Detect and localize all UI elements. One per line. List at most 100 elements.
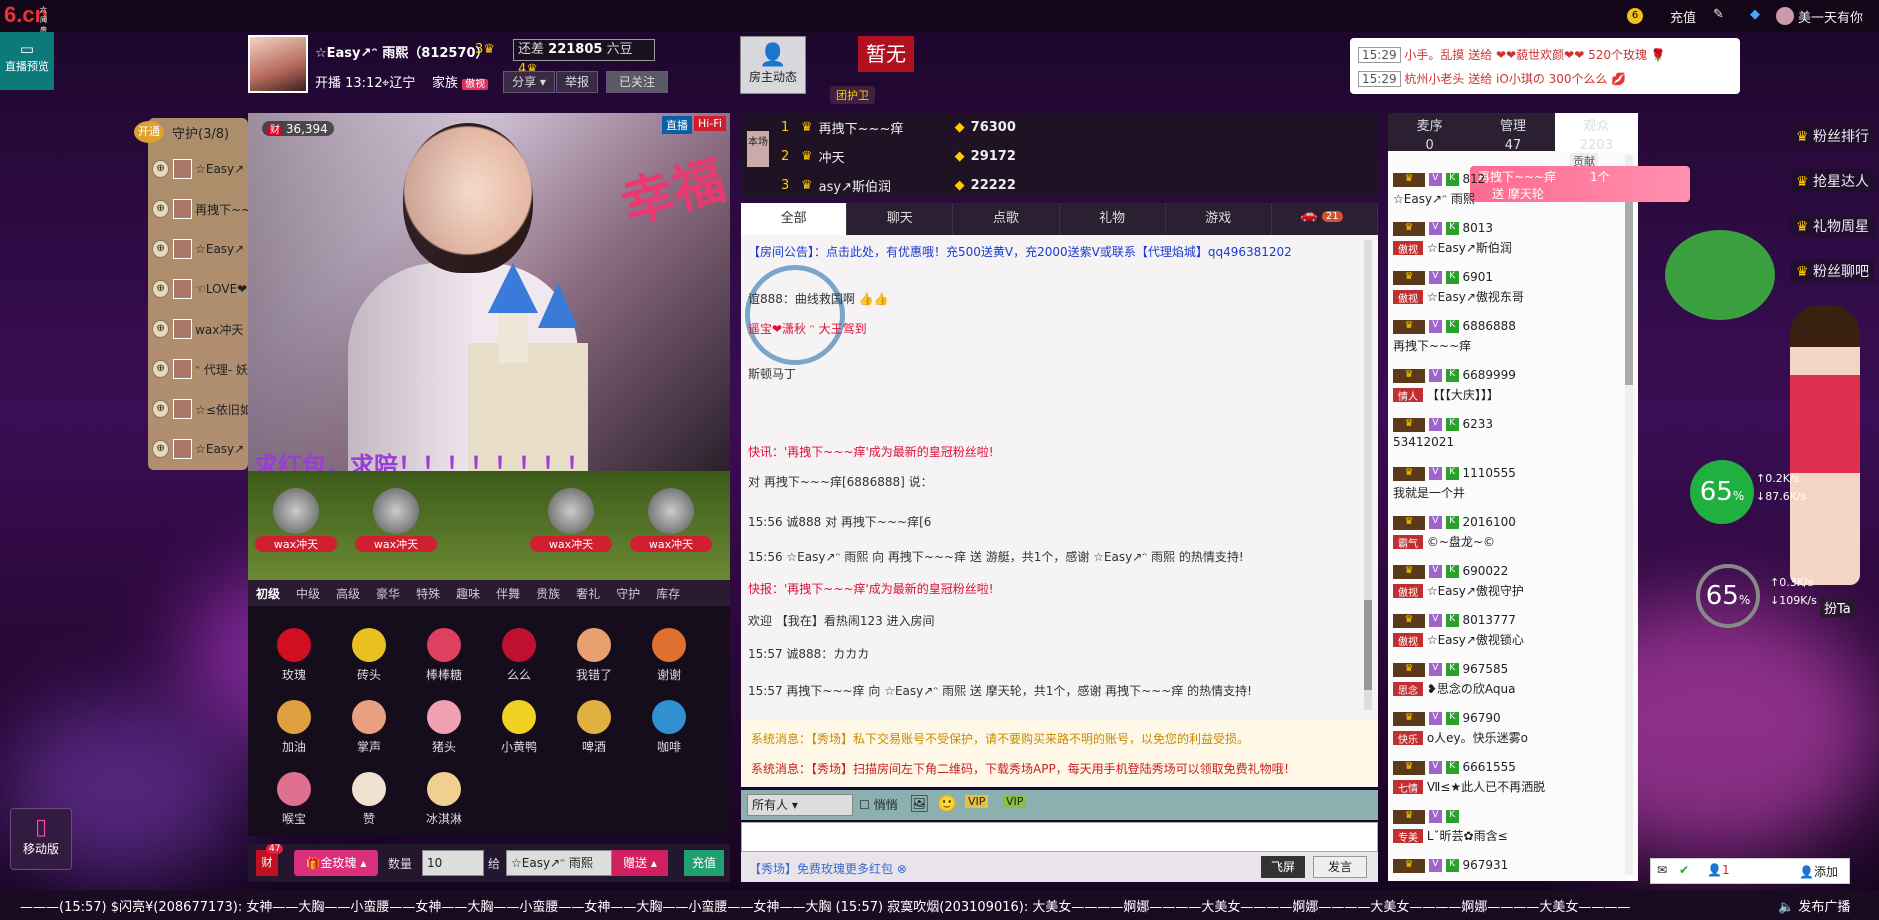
gift-item[interactable]: 掌声 xyxy=(334,700,404,755)
free-gift-tip[interactable]: 【秀场】免费玫瑰更多红包 ⊗ xyxy=(749,860,907,877)
gift-item[interactable]: 猪头 xyxy=(409,700,479,755)
fan-menu-item[interactable]: ♛ 粉丝聊吧 xyxy=(1790,259,1876,283)
gift-item[interactable]: 砖头 xyxy=(334,628,404,683)
audience-row[interactable]: ♛ V K 690022 傲视 ☆Easy↗傲视守护 xyxy=(1393,564,1623,612)
report-button[interactable]: 举报 xyxy=(556,71,598,93)
send-chat-button[interactable]: 发言 xyxy=(1313,856,1367,878)
gift-tab[interactable]: 豪华 xyxy=(376,585,400,602)
audience-row[interactable]: ♛ V K 6233 53412021 xyxy=(1393,417,1623,465)
guard-row[interactable]: ⊕ ☆Easy↗ xyxy=(148,430,248,468)
audience-tab[interactable]: 管理 47 xyxy=(1471,113,1554,153)
followed-button[interactable]: 已关注 xyxy=(606,71,668,93)
recharge-link[interactable]: 充值 xyxy=(1670,7,1696,26)
online-count[interactable]: 👤1 xyxy=(1707,863,1730,877)
chat-tab[interactable]: 游戏 xyxy=(1166,203,1272,235)
guard-row[interactable]: ⊕ ☆≤依旧如 xyxy=(148,390,248,428)
dress-up-button[interactable]: 扮Ta xyxy=(1820,598,1855,617)
gift-item[interactable]: 么么 xyxy=(484,628,554,683)
gift-item[interactable]: 谢谢 xyxy=(634,628,704,683)
stage-seat-avatar[interactable] xyxy=(273,488,319,534)
pet-figure[interactable] xyxy=(1665,230,1775,320)
chat-tab[interactable]: 礼物 xyxy=(1060,203,1166,235)
target-dropdown[interactable]: 所有人 ▾ xyxy=(747,794,853,816)
edit-icon[interactable]: ✎ xyxy=(1713,7,1724,22)
gift-item[interactable]: 棒棒糖 xyxy=(409,628,479,683)
chat-tab[interactable]: 全部 xyxy=(741,203,848,235)
audience-row[interactable]: ♛ V K 6689999 情人 【【【大庆】】】 xyxy=(1393,368,1623,416)
audience-scrollbar[interactable] xyxy=(1625,155,1633,875)
gift-tab[interactable]: 中级 xyxy=(296,585,320,602)
guard-plus-icon[interactable]: ⊕ xyxy=(152,240,170,258)
live-preview-button[interactable]: ▭ 直播预览 xyxy=(0,32,54,90)
audience-row[interactable]: ♛ V K 1110555 我就是一个井 xyxy=(1393,466,1623,514)
gift-item[interactable]: 小黄鸭 xyxy=(484,700,554,755)
give-button[interactable]: 赠送 ▴ xyxy=(612,850,668,876)
guard-group-badge[interactable]: 团护卫 xyxy=(830,86,875,104)
audience-row[interactable]: ♛ V K 96790 快乐 o人ey。快乐迷雾o xyxy=(1393,711,1623,759)
audience-tab[interactable]: 麦序 0 xyxy=(1388,113,1471,153)
gift-tab[interactable]: 伴舞 xyxy=(496,585,520,602)
audience-row[interactable]: ♛ V K 812 ☆Easy↗ᵔ 雨熙 xyxy=(1393,172,1623,220)
fly-screen-button[interactable]: 飞屏 xyxy=(1261,856,1305,878)
host-avatar[interactable] xyxy=(248,35,308,93)
gift-item[interactable]: 喉宝 xyxy=(259,772,329,827)
chat-input[interactable] xyxy=(741,822,1378,852)
share-button[interactable]: 分享 ▾ xyxy=(503,71,555,93)
guard-row[interactable]: ⊕ wax冲天 xyxy=(148,310,248,348)
mobile-version-button[interactable]: ▯ 移动版 xyxy=(10,808,72,870)
image-icon[interactable]: 🖼 xyxy=(909,794,929,813)
gift-item[interactable]: 冰淇淋 xyxy=(409,772,479,827)
broadcast-button[interactable]: 🔈 发布广播 xyxy=(1778,896,1850,915)
gift-item[interactable]: 玫瑰 xyxy=(259,628,329,683)
check-icon[interactable]: ✔ xyxy=(1679,863,1689,877)
gift-item[interactable]: 加油 xyxy=(259,700,329,755)
recharge-button[interactable]: 充值 xyxy=(684,850,724,876)
audience-row[interactable]: ♛ V K 8013777 傲视 ☆Easy↗傲视锁心 xyxy=(1393,613,1623,661)
stage-seat-avatar[interactable] xyxy=(548,488,594,534)
gift-tab[interactable]: 守护 xyxy=(616,585,640,602)
guard-row[interactable]: ⊕ ᵔ 代理- 妖 xyxy=(148,350,248,388)
guard-slot[interactable]: 暂无 xyxy=(858,36,914,72)
chat-tab[interactable]: 点歌 xyxy=(953,203,1060,235)
fan-menu-item[interactable]: ♛ 礼物周星 xyxy=(1790,214,1876,238)
guard-row[interactable]: ⊕ 再拽下~~~ xyxy=(148,190,248,228)
gift-tab[interactable]: 趣味 xyxy=(456,585,480,602)
rank-row[interactable]: 3 ♛ asy↗斯伯润 ◆ 22222 xyxy=(781,173,1016,197)
guard-plus-icon[interactable]: ⊕ xyxy=(152,160,170,178)
site-logo[interactable]: 6.cn 六间房 xyxy=(4,2,48,34)
gift-tab[interactable]: 奢礼 xyxy=(576,585,600,602)
fan-menu-item[interactable]: ♛ 抢星达人 xyxy=(1790,169,1876,193)
gift-item[interactable]: 我错了 xyxy=(559,628,629,683)
vip-icon[interactable]: ◆ xyxy=(1750,7,1760,22)
recipient-dropdown[interactable]: ☆Easy↗ᵔ 雨熙 xyxy=(506,850,612,876)
gift-tab[interactable]: 贵族 xyxy=(536,585,560,602)
audience-row[interactable]: ♛ V K 6886888 再拽下~~~痒 xyxy=(1393,319,1623,367)
guard-row[interactable]: ⊕ ☆Easy↗ xyxy=(148,150,248,188)
audience-row[interactable]: ♛ V K 6901 傲视 ☆Easy↗傲视东哥 xyxy=(1393,270,1623,318)
whisper-checkbox[interactable]: ☐ 悄悄 xyxy=(859,796,898,813)
mail-icon[interactable]: ✉ xyxy=(1657,863,1667,877)
rank-row[interactable]: 1 ♛ 再拽下~~~痒 ◆ 76300 xyxy=(781,115,1016,139)
guard-plus-icon[interactable]: ⊕ xyxy=(152,200,170,218)
host-dynamic-button[interactable]: 👤 房主动态 xyxy=(740,36,806,94)
guard-plus-icon[interactable]: ⊕ xyxy=(152,360,170,378)
rank-row[interactable]: 2 ♛ 冲天 ◆ 29172 xyxy=(781,144,1016,168)
audience-row[interactable]: ♛ V K 967931 xyxy=(1393,858,1623,906)
gift-tab[interactable]: 库存 xyxy=(656,585,680,602)
guard-plus-icon[interactable]: ⊕ xyxy=(152,400,170,418)
fan-menu-item[interactable]: ♛ 粉丝排行 xyxy=(1790,124,1876,148)
open-guard-button[interactable]: 开通 xyxy=(134,121,164,143)
user-avatar[interactable] xyxy=(1776,7,1794,25)
audience-tab[interactable]: 观众 2203 xyxy=(1554,113,1638,153)
add-friend-button[interactable]: 👤添加 xyxy=(1799,863,1838,880)
audience-row[interactable]: ♛ V K 8013 傲视 ☆Easy↗斯伯润 xyxy=(1393,221,1623,269)
gift-item[interactable]: 赞 xyxy=(334,772,404,827)
audience-row[interactable]: ♛ V K 专美 Lˇ昕芸✿雨含≤ xyxy=(1393,809,1623,857)
emoji-icon[interactable]: 🙂 xyxy=(937,794,957,813)
mode-direct[interactable]: 直播 xyxy=(662,116,692,134)
family-tag[interactable]: 傲视 xyxy=(462,79,489,90)
gift-item[interactable]: 啤酒 xyxy=(559,700,629,755)
chat-tab[interactable]: 聊天 xyxy=(847,203,954,235)
guard-plus-icon[interactable]: ⊕ xyxy=(152,320,170,338)
guard-plus-icon[interactable]: ⊕ xyxy=(152,280,170,298)
